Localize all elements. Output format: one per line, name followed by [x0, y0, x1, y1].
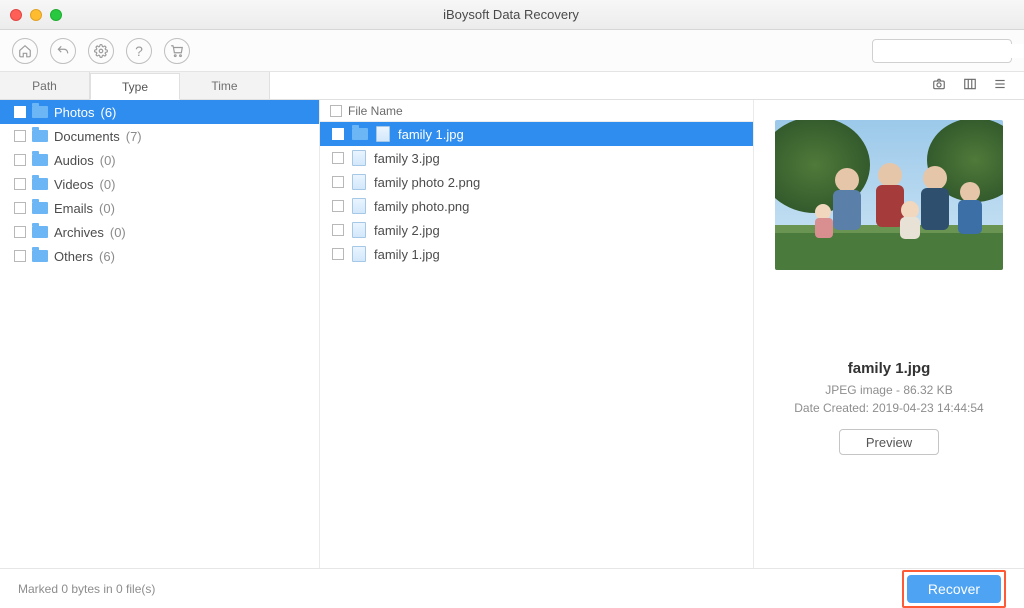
checkbox[interactable]: [14, 154, 26, 166]
titlebar: iBoysoft Data Recovery: [0, 0, 1024, 30]
cart-icon[interactable]: [164, 38, 190, 64]
recover-button[interactable]: Recover: [907, 575, 1001, 603]
file-header-label: File Name: [348, 104, 403, 118]
sidebar-item-count: (6): [100, 105, 116, 120]
sidebar-item-count: (6): [99, 249, 115, 264]
preview-filename: family 1.jpg: [848, 360, 931, 377]
sidebar: Photos (6) Documents (7) Audios (0) Vide…: [0, 100, 320, 568]
footer: Marked 0 bytes in 0 file(s) Recover: [0, 568, 1024, 608]
sidebar-item-emails[interactable]: Emails (0): [0, 196, 319, 220]
toolbar: ? ✕: [0, 30, 1024, 72]
preview-fileinfo: JPEG image - 86.32 KB: [825, 383, 952, 397]
sidebar-item-photos[interactable]: Photos (6): [0, 100, 319, 124]
checkbox[interactable]: [14, 130, 26, 142]
search-field[interactable]: [883, 44, 1024, 58]
traffic-lights: [10, 9, 62, 21]
checkbox[interactable]: [14, 106, 26, 118]
recover-highlight: Recover: [902, 570, 1006, 608]
file-name: family photo.png: [374, 199, 469, 214]
tab-path[interactable]: Path: [0, 72, 90, 99]
search-input[interactable]: ✕: [872, 39, 1012, 63]
folder-icon: [32, 226, 48, 238]
sidebar-item-label: Documents: [54, 129, 120, 144]
file-icon: [352, 198, 366, 214]
gear-icon[interactable]: [88, 38, 114, 64]
preview-button[interactable]: Preview: [839, 429, 939, 455]
sidebar-item-archives[interactable]: Archives (0): [0, 220, 319, 244]
status-text: Marked 0 bytes in 0 file(s): [18, 582, 155, 596]
sidebar-item-label: Others: [54, 249, 93, 264]
preview-image: [775, 120, 1003, 270]
file-column: File Name family 1.jpg family 3.jpg fami…: [320, 100, 754, 568]
minimize-window-button[interactable]: [30, 9, 42, 21]
checkbox[interactable]: [14, 226, 26, 238]
sidebar-item-audios[interactable]: Audios (0): [0, 148, 319, 172]
file-header: File Name: [320, 100, 753, 122]
checkbox[interactable]: [332, 248, 344, 260]
sidebar-item-count: (7): [126, 129, 142, 144]
folder-icon: [32, 154, 48, 166]
file-item[interactable]: family 2.jpg: [320, 218, 753, 242]
columns-icon[interactable]: [962, 77, 978, 95]
sidebar-item-videos[interactable]: Videos (0): [0, 172, 319, 196]
file-icon: [352, 150, 366, 166]
sidebar-item-count: (0): [100, 153, 116, 168]
file-name: family 2.jpg: [374, 223, 440, 238]
sidebar-item-others[interactable]: Others (6): [0, 244, 319, 268]
file-list: family 1.jpg family 3.jpg family photo 2…: [320, 122, 753, 266]
sidebar-item-count: (0): [99, 201, 115, 216]
file-name: family 1.jpg: [398, 127, 464, 142]
checkbox[interactable]: [332, 200, 344, 212]
help-icon[interactable]: ?: [126, 38, 152, 64]
folder-icon: [352, 128, 368, 140]
file-icon: [352, 246, 366, 262]
checkbox[interactable]: [332, 176, 344, 188]
sidebar-item-label: Audios: [54, 153, 94, 168]
sidebar-item-documents[interactable]: Documents (7): [0, 124, 319, 148]
folder-icon: [32, 250, 48, 262]
camera-icon[interactable]: [930, 77, 948, 95]
file-icon: [352, 174, 366, 190]
zoom-window-button[interactable]: [50, 9, 62, 21]
file-item[interactable]: family 1.jpg: [320, 242, 753, 266]
file-name: family photo 2.png: [374, 175, 480, 190]
file-item[interactable]: family 3.jpg: [320, 146, 753, 170]
file-item[interactable]: family photo.png: [320, 194, 753, 218]
undo-icon[interactable]: [50, 38, 76, 64]
preview-filedate: Date Created: 2019-04-23 14:44:54: [794, 401, 983, 415]
tab-row: Path Type Time: [0, 72, 1024, 100]
folder-icon: [32, 202, 48, 214]
tab-type[interactable]: Type: [90, 73, 180, 100]
file-icon: [376, 126, 390, 142]
close-window-button[interactable]: [10, 9, 22, 21]
checkbox[interactable]: [332, 224, 344, 236]
sidebar-item-count: (0): [110, 225, 126, 240]
folder-icon: [32, 130, 48, 142]
checkbox[interactable]: [14, 250, 26, 262]
folder-icon: [32, 106, 48, 118]
file-icon: [352, 222, 366, 238]
tab-time[interactable]: Time: [180, 72, 270, 99]
file-item[interactable]: family 1.jpg: [320, 122, 753, 146]
checkbox[interactable]: [332, 128, 344, 140]
sidebar-item-count: (0): [100, 177, 116, 192]
select-all-checkbox[interactable]: [330, 105, 342, 117]
checkbox[interactable]: [14, 178, 26, 190]
list-icon[interactable]: [992, 77, 1008, 95]
main-content: Photos (6) Documents (7) Audios (0) Vide…: [0, 100, 1024, 568]
checkbox[interactable]: [14, 202, 26, 214]
window-title: iBoysoft Data Recovery: [62, 7, 960, 22]
sidebar-item-label: Emails: [54, 201, 93, 216]
sidebar-item-label: Photos: [54, 105, 94, 120]
home-icon[interactable]: [12, 38, 38, 64]
sidebar-item-label: Videos: [54, 177, 94, 192]
file-name: family 3.jpg: [374, 151, 440, 166]
checkbox[interactable]: [332, 152, 344, 164]
file-item[interactable]: family photo 2.png: [320, 170, 753, 194]
preview-pane: family 1.jpg JPEG image - 86.32 KB Date …: [754, 100, 1024, 568]
folder-icon: [32, 178, 48, 190]
file-name: family 1.jpg: [374, 247, 440, 262]
sidebar-item-label: Archives: [54, 225, 104, 240]
